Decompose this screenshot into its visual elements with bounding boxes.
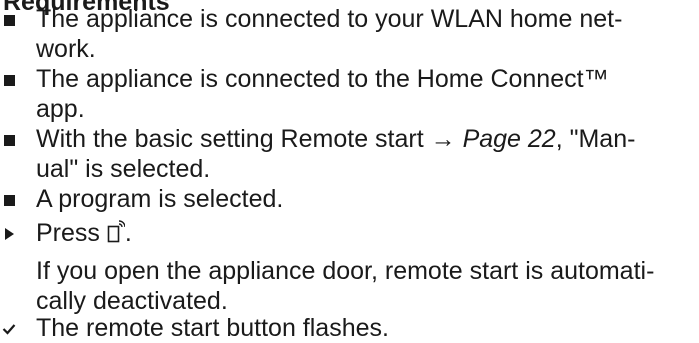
- note-text-line: cally deactivated.: [36, 287, 228, 315]
- requirement-text-line: work.: [36, 35, 96, 63]
- requirement-text: , "Man-: [555, 125, 636, 153]
- requirement-text-line: A program is selected.: [36, 185, 284, 213]
- square-bullet-icon: [0, 4, 30, 34]
- page-reference-link[interactable]: Page 22: [463, 125, 556, 153]
- requirement-text-line: app.: [36, 95, 85, 123]
- square-bullet-icon: [0, 184, 30, 214]
- square-bullet-icon: [0, 64, 30, 94]
- check-icon: [0, 313, 30, 343]
- remote-start-icon: [107, 220, 126, 251]
- requirement-text-line: With the basic setting Remote start → Pa…: [36, 124, 699, 154]
- instruction-text: Press: [36, 219, 107, 247]
- requirement-text-line: ual" is selected.: [36, 155, 211, 183]
- triangle-arrow-icon: [0, 218, 30, 248]
- requirement-text-line: The appliance is connected to the Home C…: [36, 65, 609, 93]
- note-text-line: If you open the appliance door, remote s…: [36, 257, 655, 285]
- instruction-text: .: [124, 219, 132, 247]
- result-text: The remote start button flashes.: [36, 314, 389, 342]
- requirement-text-line: The appliance is connected to your WLAN …: [36, 5, 623, 33]
- requirement-text: With the basic setting Remote start →: [36, 125, 463, 153]
- square-bullet-icon: [0, 124, 30, 154]
